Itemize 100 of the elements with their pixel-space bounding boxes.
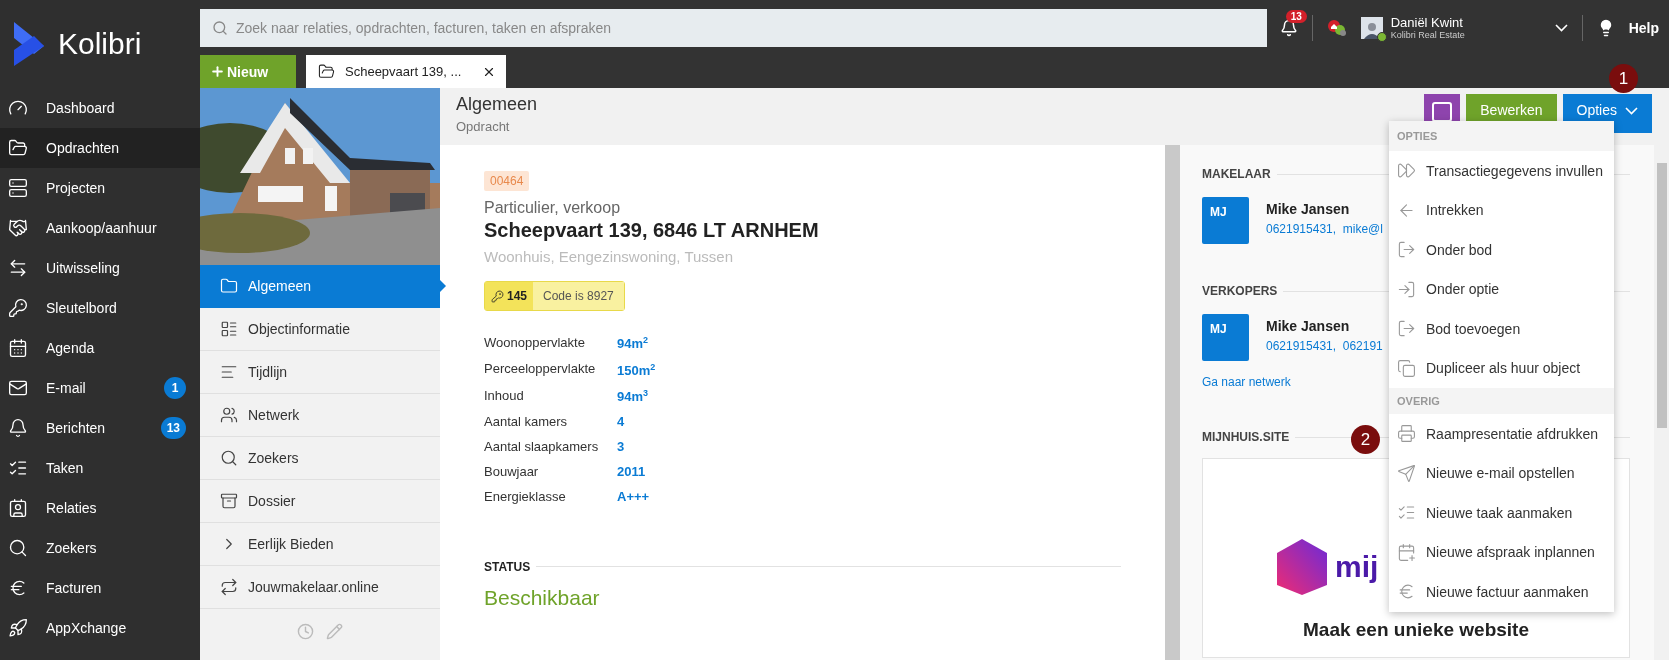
initials-avatar: MJ xyxy=(1202,314,1249,361)
arrows-icon xyxy=(8,258,28,278)
category-text: Particulier, verkoop xyxy=(484,199,622,217)
sidebar-item[interactable]: Uitwisseling xyxy=(0,248,200,288)
fact-value: 94m$^{3}$ xyxy=(617,387,650,404)
key-icon xyxy=(8,298,28,318)
copy-icon xyxy=(1397,358,1416,378)
address-title: Scheepvaart 139, 6846 LT ARNHEM xyxy=(484,219,820,242)
sidebar-item[interactable]: Facturen xyxy=(0,568,200,608)
logo-text: mij xyxy=(1335,550,1379,584)
menu-item[interactable]: Transactiegegevens invullen xyxy=(1389,151,1614,191)
nav-label: Algemeen xyxy=(248,278,312,294)
fact-value: 4 xyxy=(617,414,626,429)
user-company: Kolibri Real Estate xyxy=(1390,29,1465,40)
contact-name: Mike Jansen xyxy=(1266,201,1351,217)
sidebar-item[interactable]: Sleutelbord xyxy=(0,288,200,328)
search-field[interactable]: Zoek naar relaties, opdrachten, facturen, taken en afspraken xyxy=(200,8,1267,47)
fact-value: 150m$^{2}$ xyxy=(617,361,657,378)
sidebar-item[interactable]: E-mail 1 xyxy=(0,368,200,408)
menu-item[interactable]: Nieuwe factuur aanmaken xyxy=(1389,572,1614,612)
scrollbar[interactable] xyxy=(1165,145,1180,660)
bell-icon xyxy=(8,418,28,438)
folder-icon xyxy=(318,63,335,80)
menu-item[interactable]: Nieuwe taak aanmaken xyxy=(1389,493,1614,533)
sidebar-item[interactable]: Dashboard xyxy=(0,88,200,128)
sidebar-item[interactable]: Projecten xyxy=(0,168,200,208)
key-code: Code is 8927 xyxy=(533,282,624,310)
section-heading: VERKOPERS xyxy=(1202,284,1278,298)
sidebar-label: Taken xyxy=(46,460,85,476)
sidebar-label: Berichten xyxy=(46,420,107,436)
fact-value: 94m$^{2}$ xyxy=(617,335,650,352)
contact-details: 0621915431, 062191 xyxy=(1266,339,1383,353)
property-type: Woonhuis, Eengezinswoning, Tussen xyxy=(484,248,735,265)
sidebar-label: Sleutelbord xyxy=(46,300,118,316)
help-link[interactable]: Help xyxy=(1628,19,1659,36)
sidebar-label: Uitwisseling xyxy=(46,260,121,276)
search-icon xyxy=(212,19,228,36)
plus-icon xyxy=(210,64,225,79)
sidebar-item[interactable]: Berichten 13 xyxy=(0,408,200,448)
chevron-down-icon xyxy=(1625,107,1638,115)
key-icon xyxy=(491,289,504,303)
calendar-icon xyxy=(8,338,28,358)
sidebar-label: Zoekers xyxy=(46,540,98,556)
nav-label: Dossier xyxy=(248,493,296,509)
sidebar-label: AppXchange xyxy=(46,620,128,636)
nav-label: Eerlijk Bieden xyxy=(248,536,334,552)
sidebar-item[interactable]: Aankoop/aanhuur xyxy=(0,208,200,248)
rocket-icon xyxy=(8,618,28,638)
checklist-icon xyxy=(8,458,28,478)
fact-value: 2011 xyxy=(617,464,647,479)
printer-icon xyxy=(1397,424,1416,444)
calendar-plus-icon xyxy=(1397,542,1416,562)
sidebar-item[interactable]: Zoekers xyxy=(0,528,200,568)
tab[interactable]: Scheepvaart 139, ... xyxy=(306,55,506,88)
sidebar-item[interactable]: Relaties xyxy=(0,488,200,528)
repeat-icon xyxy=(220,578,238,596)
menu-heading: OVERIG xyxy=(1389,388,1614,414)
section-heading: MIJNHUIS.SITE xyxy=(1202,430,1290,444)
enter-arrow-icon xyxy=(1397,279,1416,299)
sidebar-label: Dashboard xyxy=(46,100,116,116)
sidebar-label: Opdrachten xyxy=(46,140,121,156)
menu-item[interactable]: Onder bod xyxy=(1389,230,1614,270)
menu-item[interactable]: Onder optie xyxy=(1389,269,1614,309)
nav-label: Netwerk xyxy=(248,407,300,423)
user-name: Daniël Kwint xyxy=(1390,15,1464,30)
key-number: 145 xyxy=(507,289,528,303)
network-link[interactable]: Ga naar netwerk xyxy=(1202,375,1291,389)
step-marker: 1 xyxy=(1609,64,1638,93)
sidebar-item[interactable]: AppXchange xyxy=(0,608,200,648)
promo-title: Maak een unieke website xyxy=(1303,619,1529,641)
object-number: 00464 xyxy=(484,171,530,191)
paper-plane-icon xyxy=(1397,463,1416,483)
menu-item[interactable]: Nieuwe e-mail opstellen xyxy=(1389,453,1614,493)
sidebar-item[interactable]: Agenda xyxy=(0,328,200,368)
menu-item[interactable]: Bod toevoegen xyxy=(1389,309,1614,349)
fact-value: A+++ xyxy=(617,489,651,504)
contact-card-icon xyxy=(8,498,28,518)
menu-item[interactable]: Nieuwe afspraak inplannen xyxy=(1389,532,1614,572)
section-heading: MAKELAAR xyxy=(1202,167,1271,181)
menu-item[interactable]: Raampresentatie afdrukken xyxy=(1389,414,1614,454)
handshake-icon xyxy=(8,218,28,238)
nav-label: Jouwmakelaar.online xyxy=(248,579,379,595)
fact-label: Aantal slaapkamers xyxy=(484,439,600,454)
count-badge: 13 xyxy=(160,417,186,439)
house-status-icon[interactable] xyxy=(1326,18,1347,37)
stacked-box-icon xyxy=(8,178,28,198)
count-badge: 1 xyxy=(164,377,186,399)
logo-text: Kolibri xyxy=(58,27,142,61)
folder-icon xyxy=(220,277,238,295)
sidebar-item[interactable]: Taken xyxy=(0,448,200,488)
sidebar-label: Facturen xyxy=(46,580,103,596)
sidebar-item[interactable]: Opdrachten xyxy=(0,128,200,168)
sidebar-label: E-mail xyxy=(46,380,87,396)
chevron-down-icon[interactable] xyxy=(1554,23,1568,32)
fact-label: Perceeloppervlakte xyxy=(484,361,597,378)
menu-item[interactable]: Intrekken xyxy=(1389,190,1614,230)
menu-item[interactable]: Dupliceer als huur object xyxy=(1389,348,1614,388)
notification-badge: 13 xyxy=(1285,9,1307,23)
initials-avatar: MJ xyxy=(1202,197,1249,244)
bell-icon[interactable] xyxy=(1279,18,1298,37)
